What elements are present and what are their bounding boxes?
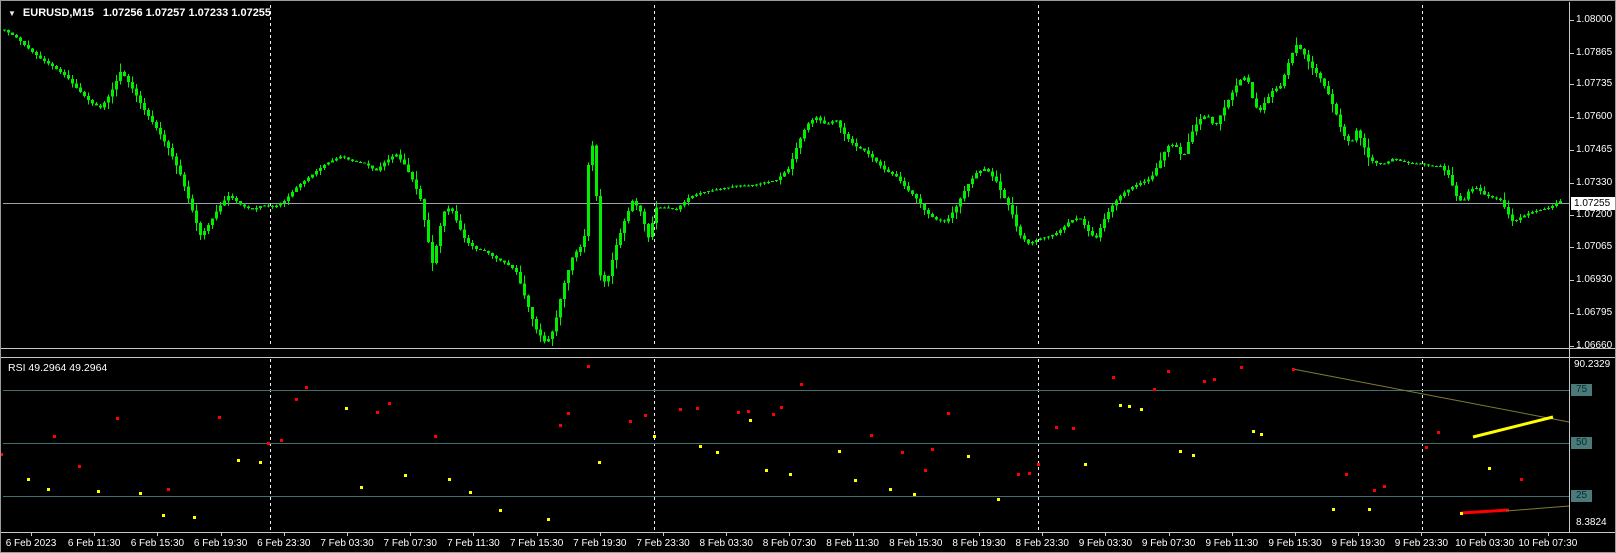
axis-tick-marks [31,20,1574,536]
price-axis-label: 1.07865 [1576,47,1613,58]
price-axis-label: 1.07735 [1576,78,1613,89]
rsi-axis-max-label: 90.2329 [1574,359,1611,370]
price-axis-label: 1.07465 [1576,144,1613,155]
rsi-buy-signal-markers [27,404,1491,521]
period-separator-lines [270,5,1423,531]
price-axis-label: 1.06660 [1576,340,1613,351]
price-axis-label: 1.06795 [1576,307,1613,318]
collapse-chevron-icon[interactable]: ▼ [8,9,16,18]
rsi-level-lines [3,390,1569,497]
price-axis-label: 1.06930 [1576,274,1613,285]
rsi-indicator-label: RSI 49.2964 49.2964 [8,362,108,374]
rsi-level-badge: 75 [1571,384,1592,396]
rsi-axis-min-label: 8.3824 [1576,517,1607,528]
chart-header: ▼ EURUSD,M15 1.07256 1.07257 1.07233 1.072… [8,7,271,19]
price-axis-label: 1.07600 [1576,111,1613,122]
ohlc-quotes: 1.07256 1.07257 1.07233 1.07255 [102,7,272,19]
rsi-level-badge: 50 [1571,437,1592,449]
price-axis-label: 1.07200 [1576,209,1613,220]
price-axis-label: 1.07065 [1576,241,1613,252]
current-price-tag: 1.07255 [1571,197,1615,210]
price-axis-label: 1.08000 [1576,14,1613,25]
rsi-level-badge: 25 [1571,490,1592,502]
symbol-period-title: EURUSD,M15 [22,7,94,19]
candlestick-series [3,29,1562,346]
price-axis-label: 1.07330 [1576,177,1613,188]
rsi-sell-signal-markers [1,365,1523,492]
chart-window: ▼ EURUSD,M15 1.07256 1.07257 1.07233 1.072… [0,0,1616,553]
time-axis-label: 10 Feb 07:30 [1518,538,1578,549]
panel-borders [1,2,1615,533]
price-chart-canvas[interactable] [1,1,1616,553]
